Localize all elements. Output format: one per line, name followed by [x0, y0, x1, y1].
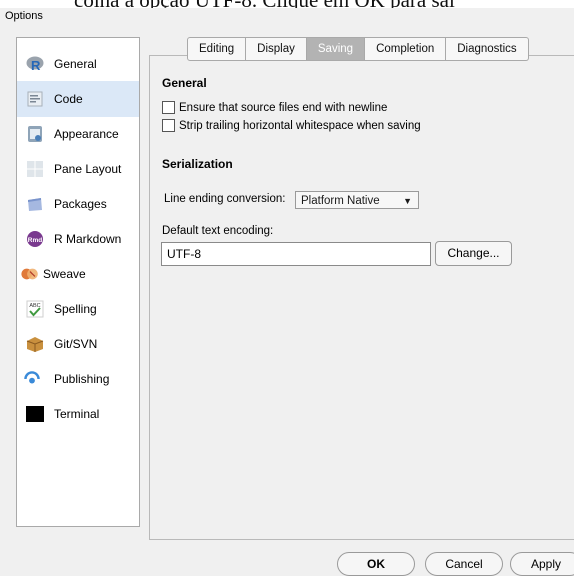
packages-icon: [26, 195, 44, 213]
sidebar-item-git-svn[interactable]: Git/SVN: [17, 326, 139, 362]
section-title-general: General: [162, 76, 207, 90]
options-sidebar: R General Code Appearance Pane Layout Pa…: [16, 37, 140, 527]
rmarkdown-icon: Rmd: [26, 230, 44, 248]
publishing-icon: [23, 370, 41, 388]
r-logo-icon: R: [26, 55, 44, 73]
sidebar-item-label: Pane Layout: [54, 162, 122, 176]
cancel-button[interactable]: Cancel: [425, 552, 503, 576]
change-encoding-button[interactable]: Change...: [435, 241, 512, 266]
tab-completion[interactable]: Completion: [365, 37, 447, 61]
apply-button[interactable]: Apply: [510, 552, 574, 576]
sidebar-item-label: Spelling: [54, 302, 97, 316]
sidebar-item-label: Sweave: [43, 267, 86, 281]
tab-diagnostics[interactable]: Diagnostics: [446, 37, 529, 61]
sidebar-item-label: Git/SVN: [54, 337, 98, 351]
sidebar-item-label: Terminal: [54, 407, 100, 421]
sidebar-item-label: R Markdown: [54, 232, 122, 246]
encoding-label: Default text encoding:: [162, 225, 274, 237]
code-icon: [26, 90, 44, 108]
sidebar-item-pane-layout[interactable]: Pane Layout: [17, 151, 139, 187]
sidebar-item-general[interactable]: R General: [17, 46, 139, 82]
sidebar-item-terminal[interactable]: Terminal: [17, 396, 139, 432]
ensure-newline-option[interactable]: Ensure that source files end with newlin…: [162, 101, 387, 114]
ensure-newline-label: Ensure that source files end with newlin…: [179, 101, 388, 114]
sidebar-item-label: General: [54, 57, 97, 71]
sidebar-item-packages[interactable]: Packages: [17, 186, 139, 222]
git-icon: [26, 335, 44, 353]
spelling-icon: ABC: [26, 300, 44, 318]
sidebar-item-r-markdown[interactable]: Rmd R Markdown: [17, 221, 139, 257]
sweave-icon: [21, 265, 39, 283]
pane-layout-icon: [26, 160, 44, 178]
sidebar-item-spelling[interactable]: ABC Spelling: [17, 291, 139, 327]
appearance-icon: [26, 125, 44, 143]
dropdown-arrow-icon: ▼: [403, 196, 412, 206]
svg-text:R: R: [31, 58, 41, 73]
svg-text:Rmd: Rmd: [28, 237, 42, 244]
window-title: Options: [5, 10, 43, 22]
tab-bar: Editing Display Saving Completion Diagno…: [187, 37, 529, 61]
tab-editing[interactable]: Editing: [187, 37, 247, 61]
sidebar-item-code[interactable]: Code: [17, 81, 139, 117]
terminal-icon: [26, 405, 44, 423]
sidebar-item-label: Publishing: [54, 372, 110, 386]
line-ending-value: Platform Native: [301, 195, 380, 207]
section-title-serialization: Serialization: [162, 157, 233, 171]
tab-saving[interactable]: Saving: [306, 37, 366, 61]
strip-whitespace-checkbox[interactable]: [162, 119, 175, 132]
ensure-newline-checkbox[interactable]: [162, 101, 175, 114]
ok-button[interactable]: OK: [337, 552, 415, 576]
sidebar-item-label: Packages: [54, 197, 107, 211]
sidebar-item-label: Code: [54, 92, 83, 106]
encoding-field[interactable]: UTF-8: [161, 242, 431, 266]
sidebar-item-sweave[interactable]: Sweave: [17, 256, 139, 292]
line-ending-label: Line ending conversion:: [164, 193, 286, 205]
sidebar-item-publishing[interactable]: Publishing: [17, 361, 139, 397]
line-ending-select[interactable]: Platform Native ▼: [295, 191, 419, 209]
tab-display[interactable]: Display: [246, 37, 307, 61]
sidebar-item-label: Appearance: [54, 127, 119, 141]
strip-whitespace-option[interactable]: Strip trailing horizontal whitespace whe…: [162, 119, 421, 132]
strip-whitespace-label: Strip trailing horizontal whitespace whe…: [179, 119, 421, 132]
sidebar-item-appearance[interactable]: Appearance: [17, 116, 139, 152]
